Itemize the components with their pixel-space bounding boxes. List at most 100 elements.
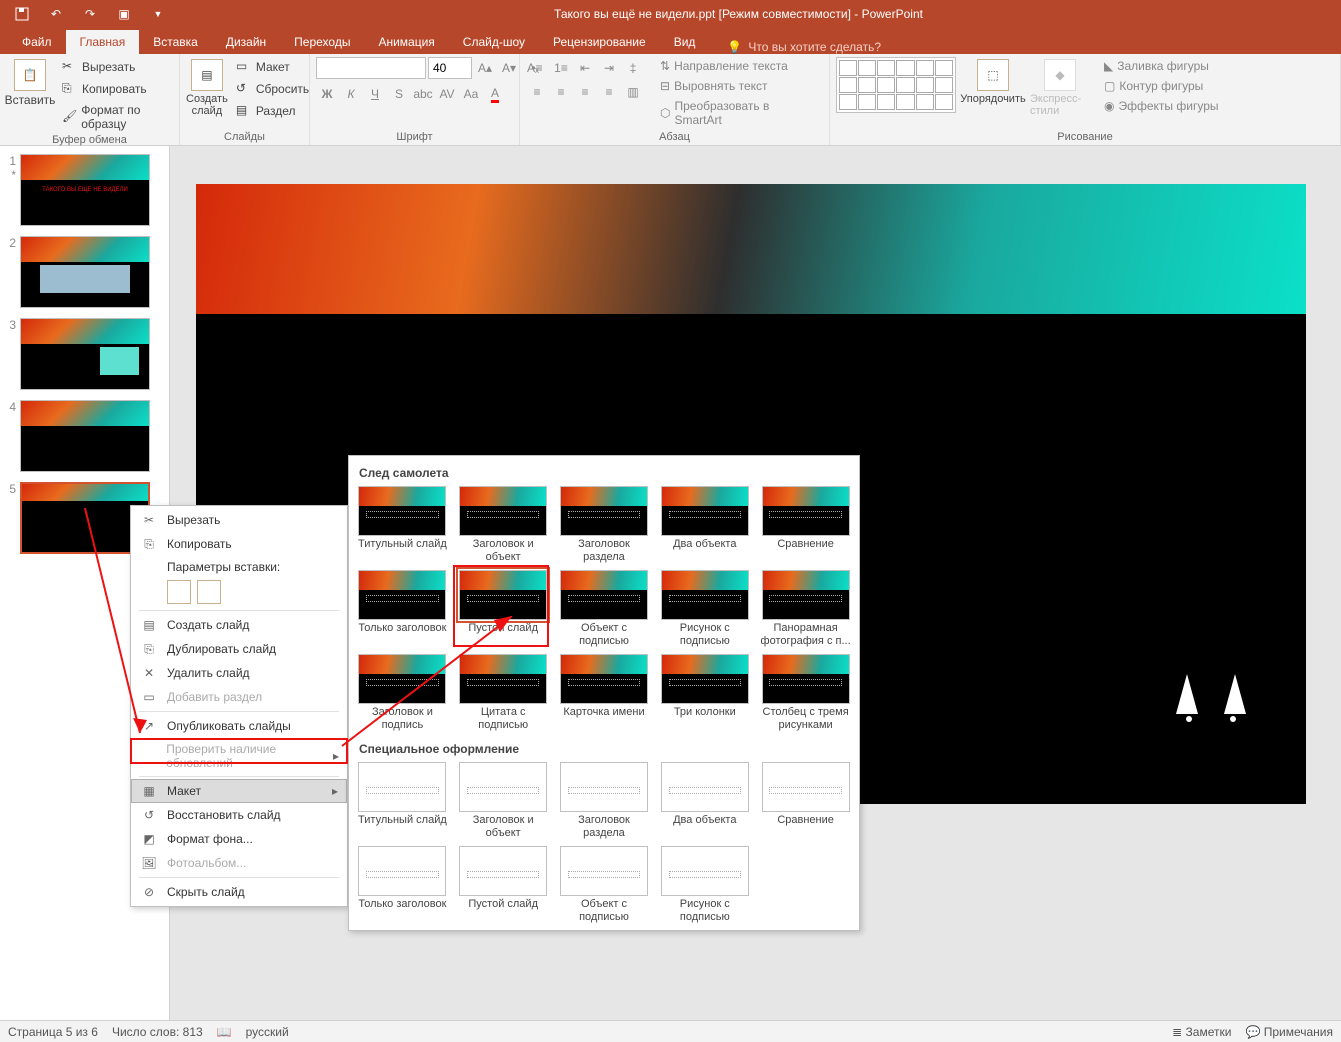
- layout-option[interactable]: Цитата с подписью: [456, 654, 551, 732]
- numbering-icon[interactable]: 1≡: [550, 57, 572, 79]
- new-slide-button[interactable]: ▤ Создать слайд: [186, 57, 228, 117]
- cm-restore[interactable]: ↺Восстановить слайд: [131, 803, 347, 827]
- decrease-indent-icon[interactable]: ⇤: [574, 57, 596, 79]
- layout-option[interactable]: Объект с подписью: [557, 846, 652, 924]
- tab-review[interactable]: Рецензирование: [539, 30, 660, 54]
- section-button[interactable]: ▤Раздел: [232, 101, 313, 121]
- slide-thumb-1[interactable]: 1*ТАКОГО ВЫ ЕЩЕ НЕ ВИДЕЛИ: [4, 154, 165, 226]
- italic-icon[interactable]: К: [340, 83, 362, 105]
- change-case-icon[interactable]: Aa: [460, 83, 482, 105]
- layout-option[interactable]: Три колонки: [657, 654, 752, 732]
- tab-view[interactable]: Вид: [660, 30, 710, 54]
- smartart-button[interactable]: ⬡Преобразовать в SmartArt: [656, 97, 823, 129]
- arrange-label: Упорядочить: [960, 93, 1025, 105]
- cm-copy[interactable]: ⎘Копировать: [131, 532, 347, 556]
- customize-qat-icon[interactable]: ▼: [144, 2, 172, 26]
- columns-icon[interactable]: ▥: [622, 81, 644, 103]
- layout-option-label: Два объекта: [673, 538, 736, 564]
- cm-cut[interactable]: ✂Вырезать: [131, 508, 347, 532]
- tab-home[interactable]: Главная: [66, 30, 140, 54]
- char-spacing-icon[interactable]: AV: [436, 83, 458, 105]
- tab-file[interactable]: Файл: [8, 30, 66, 54]
- layout-option[interactable]: Сравнение: [758, 762, 853, 840]
- layout-option[interactable]: Титульный слайд: [355, 486, 450, 564]
- reset-button[interactable]: ↺Сбросить: [232, 79, 313, 99]
- paste-picture-icon[interactable]: [197, 580, 221, 604]
- font-size-input[interactable]: [428, 57, 472, 79]
- layout-option[interactable]: Сравнение: [758, 486, 853, 564]
- align-center-icon[interactable]: ≡: [550, 81, 572, 103]
- cm-format-bg[interactable]: ◩Формат фона...: [131, 827, 347, 851]
- minimize-icon[interactable]: [1297, 2, 1337, 26]
- layout-option[interactable]: Заголовок раздела: [557, 486, 652, 564]
- layout-option[interactable]: Только заголовок: [355, 570, 450, 648]
- layout-option[interactable]: Панорамная фотография с п...: [758, 570, 853, 648]
- cm-publish[interactable]: ↗Опубликовать слайды: [131, 714, 347, 738]
- increase-font-icon[interactable]: A▴: [474, 57, 496, 79]
- status-notes[interactable]: ≣ Заметки: [1172, 1025, 1231, 1039]
- layout-option[interactable]: Рисунок с подписью: [657, 846, 752, 924]
- layout-option[interactable]: Объект с подписью: [557, 570, 652, 648]
- tab-insert[interactable]: Вставка: [139, 30, 212, 54]
- tell-me-input[interactable]: 💡 Что вы хотите сделать?: [709, 40, 881, 54]
- layout-option[interactable]: Два объекта: [657, 762, 752, 840]
- layout-option[interactable]: Пустой слайд: [456, 846, 551, 924]
- layout-option[interactable]: Титульный слайд: [355, 762, 450, 840]
- align-text-button[interactable]: ⊟Выровнять текст: [656, 77, 823, 95]
- cut-button[interactable]: ✂Вырезать: [58, 57, 173, 77]
- tab-transitions[interactable]: Переходы: [280, 30, 364, 54]
- slide-thumb-4[interactable]: 4: [4, 400, 165, 472]
- underline-icon[interactable]: Ч: [364, 83, 386, 105]
- layout-option[interactable]: Заголовок и подпись: [355, 654, 450, 732]
- cm-delete[interactable]: ✕Удалить слайд: [131, 661, 347, 685]
- save-icon[interactable]: [8, 2, 36, 26]
- shape-outline-button[interactable]: ▢Контур фигуры: [1100, 77, 1223, 95]
- start-from-beginning-icon[interactable]: ▣: [110, 2, 138, 26]
- cm-duplicate[interactable]: ⎘Дублировать слайд: [131, 637, 347, 661]
- strike-icon[interactable]: abc: [412, 83, 434, 105]
- increase-indent-icon[interactable]: ⇥: [598, 57, 620, 79]
- layout-option[interactable]: Заголовок и объект: [456, 486, 551, 564]
- shadow-icon[interactable]: S: [388, 83, 410, 105]
- layout-button[interactable]: ▭Макет: [232, 57, 313, 77]
- status-lang-icon[interactable]: 📖: [217, 1025, 232, 1039]
- paste-keep-format-icon[interactable]: [167, 580, 191, 604]
- cm-layout[interactable]: ▦Макет▸: [131, 779, 347, 803]
- status-comments[interactable]: 💬 Примечания: [1245, 1025, 1333, 1039]
- shape-fill-button[interactable]: ◣Заливка фигуры: [1100, 57, 1223, 75]
- redo-icon[interactable]: ↷: [76, 2, 104, 26]
- shape-effects-button[interactable]: ◉Эффекты фигуры: [1100, 97, 1223, 115]
- align-right-icon[interactable]: ≡: [574, 81, 596, 103]
- tab-animation[interactable]: Анимация: [364, 30, 448, 54]
- slide-thumb-3[interactable]: 3: [4, 318, 165, 390]
- cm-hide[interactable]: ⊘Скрыть слайд: [131, 880, 347, 904]
- justify-icon[interactable]: ≡: [598, 81, 620, 103]
- layout-option[interactable]: Пустой слайд: [456, 570, 551, 648]
- layout-option[interactable]: Только заголовок: [355, 846, 450, 924]
- decrease-font-icon[interactable]: A▾: [498, 57, 520, 79]
- bold-icon[interactable]: Ж: [316, 83, 338, 105]
- quick-styles-button[interactable]: ◆ Экспресс-стили: [1030, 57, 1090, 117]
- slide-thumb-2[interactable]: 2: [4, 236, 165, 308]
- tab-slideshow[interactable]: Слайд-шоу: [449, 30, 539, 54]
- layout-option[interactable]: Заголовок раздела: [557, 762, 652, 840]
- layout-option[interactable]: Карточка имени: [557, 654, 652, 732]
- format-painter-button[interactable]: 🖌Формат по образцу: [58, 101, 173, 133]
- shapes-gallery[interactable]: [836, 57, 956, 113]
- cm-new-slide[interactable]: ▤Создать слайд: [131, 613, 347, 637]
- layout-option[interactable]: Столбец с тремя рисунками: [758, 654, 853, 732]
- text-direction-button[interactable]: ⇅Направление текста: [656, 57, 823, 75]
- line-spacing-icon[interactable]: ‡: [622, 57, 644, 79]
- layout-option[interactable]: Заголовок и объект: [456, 762, 551, 840]
- layout-option[interactable]: Два объекта: [657, 486, 752, 564]
- align-left-icon[interactable]: ≡: [526, 81, 548, 103]
- tab-design[interactable]: Дизайн: [212, 30, 280, 54]
- paste-button[interactable]: 📋 Вставить: [6, 57, 54, 107]
- font-color-icon[interactable]: A: [484, 83, 506, 105]
- layout-option[interactable]: Рисунок с подписью: [657, 570, 752, 648]
- arrange-button[interactable]: ⬚ Упорядочить: [960, 57, 1026, 105]
- copy-button[interactable]: ⎘Копировать: [58, 79, 173, 99]
- undo-icon[interactable]: ↶: [42, 2, 70, 26]
- bullets-icon[interactable]: •≡: [526, 57, 548, 79]
- font-name-input[interactable]: [316, 57, 426, 79]
